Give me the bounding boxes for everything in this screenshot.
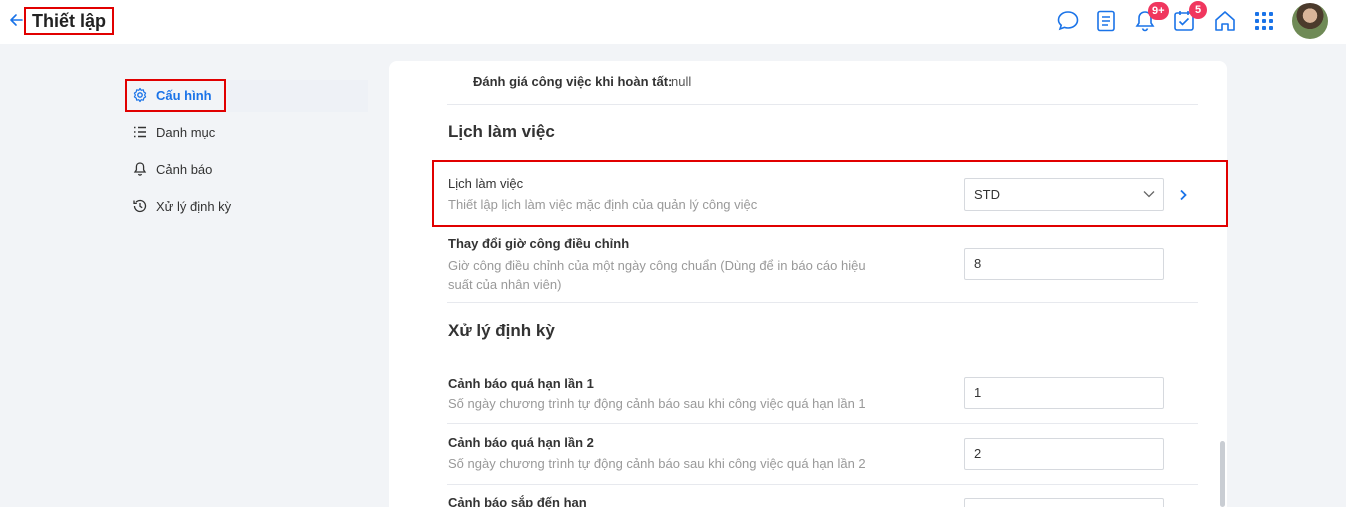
history-icon xyxy=(133,199,147,213)
adjust-hours-input[interactable]: 8 xyxy=(964,248,1164,280)
section-title-schedule: Lịch làm việc xyxy=(448,122,555,141)
overdue-2-input[interactable]: 2 xyxy=(964,438,1164,470)
due-soon-input[interactable] xyxy=(964,498,1164,507)
highlight-box xyxy=(432,160,1228,227)
page-title: Thiết lập xyxy=(24,7,115,35)
overdue-2-label: Cảnh báo quá hạn lần 2 xyxy=(448,435,594,450)
back-arrow-icon[interactable] xyxy=(8,11,24,29)
overdue-1-input[interactable]: 1 xyxy=(964,377,1164,409)
task-list-icon[interactable] xyxy=(1093,8,1119,34)
top-bar: Thiết lập 9+ 5 xyxy=(0,0,1346,44)
sidebar-item-categories[interactable]: Danh mục xyxy=(132,121,215,143)
divider xyxy=(447,423,1198,424)
overdue-1-description: Số ngày chương trình tự động cảnh báo sa… xyxy=(448,396,866,411)
overdue-2-description: Số ngày chương trình tự động cảnh báo sa… xyxy=(448,456,866,471)
sidebar-active-highlight xyxy=(228,80,368,112)
highlight-box xyxy=(125,79,226,112)
notification-badge: 9+ xyxy=(1148,2,1169,20)
apps-grid-icon[interactable] xyxy=(1251,8,1277,34)
overdue-1-label: Cảnh báo quá hạn lần 1 xyxy=(448,376,594,391)
eval-label: Đánh giá công việc khi hoàn tất: xyxy=(473,74,673,89)
sidebar-item-label: Danh mục xyxy=(156,124,216,140)
divider xyxy=(447,302,1198,303)
home-icon[interactable] xyxy=(1212,8,1238,34)
scrollbar[interactable] xyxy=(1220,441,1225,507)
sidebar-item-alerts[interactable]: Cảnh báo xyxy=(132,158,212,180)
task-badge: 5 xyxy=(1189,1,1207,19)
due-soon-label: Cảnh báo sắp đến hạn xyxy=(448,495,587,507)
avatar[interactable] xyxy=(1292,3,1328,39)
bell-icon xyxy=(133,162,147,176)
sidebar-item-periodic[interactable]: Xử lý định kỳ xyxy=(132,195,231,217)
divider xyxy=(447,104,1198,105)
list-icon xyxy=(134,126,146,138)
sidebar-item-label: Cảnh báo xyxy=(156,161,213,177)
adjust-hours-label: Thay đổi giờ công điều chỉnh xyxy=(448,236,630,251)
adjust-hours-description: Giờ công điều chỉnh của một ngày công ch… xyxy=(448,258,866,292)
divider xyxy=(447,484,1198,485)
section-title-periodic: Xử lý định kỳ xyxy=(448,321,555,340)
chat-icon[interactable] xyxy=(1055,8,1081,34)
sidebar-item-label: Xử lý định kỳ xyxy=(156,198,232,214)
eval-value: null xyxy=(671,74,692,89)
